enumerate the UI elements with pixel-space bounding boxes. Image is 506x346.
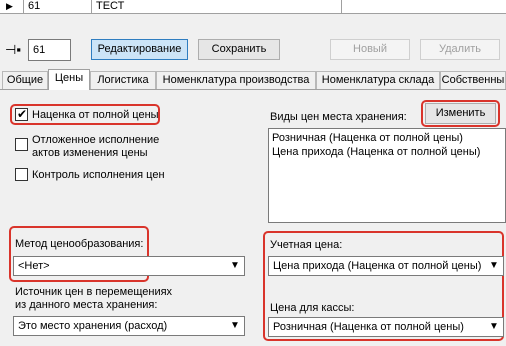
deferred-checkbox[interactable] (15, 138, 28, 151)
grid-cell-code[interactable]: 61 (24, 0, 92, 14)
edit-button[interactable]: Редактирование (91, 39, 188, 60)
grid-cell-name[interactable]: ТЕСТ (92, 0, 342, 14)
chevron-down-icon[interactable]: ▼ (227, 258, 243, 274)
code-field[interactable]: 61 (28, 39, 71, 61)
grid-row[interactable]: ▶ 61 ТЕСТ (0, 0, 506, 14)
price-types-list[interactable]: Розничная (Наценка от полной цены) Цена … (268, 128, 506, 223)
pricing-method-select[interactable]: <Нет> ▼ (13, 256, 245, 276)
chevron-down-icon[interactable]: ▼ (486, 319, 502, 335)
chevron-down-icon[interactable]: ▼ (486, 258, 502, 274)
source-select[interactable]: Это место хранения (расход) ▼ (13, 316, 245, 336)
save-button[interactable]: Сохранить (198, 39, 280, 60)
deferred-label-line2: актов изменения цены (32, 147, 148, 159)
price-types-label: Виды цен места хранения: (270, 111, 407, 123)
delete-button[interactable]: Удалить (420, 39, 500, 60)
tab-warehouse-nomenclature[interactable]: Номенклатура склада (316, 71, 440, 89)
pricing-method-label: Метод ценообразования: (15, 238, 144, 250)
tab-prices[interactable]: Цены (48, 69, 90, 90)
pricing-method-value: <Нет> (18, 260, 50, 272)
tab-production-nomenclature[interactable]: Номенклатура производства (156, 71, 316, 89)
source-label-line2: из данного места хранения: (15, 299, 158, 311)
cashier-price-label: Цена для кассы: (270, 302, 355, 314)
accounting-price-select[interactable]: Цена прихода (Наценка от полной цены) ▼ (268, 256, 504, 276)
markup-full-label: Наценка от полной цены (32, 109, 159, 121)
source-value: Это место хранения (расход) (18, 320, 168, 332)
tab-logistics[interactable]: Логистика (90, 71, 156, 89)
chevron-down-icon[interactable]: ▼ (227, 318, 243, 334)
cashier-price-select[interactable]: Розничная (Наценка от полной цены) ▼ (268, 317, 504, 337)
grid-empty-area (0, 15, 506, 29)
cashier-price-value: Розничная (Наценка от полной цены) (273, 321, 464, 333)
change-button[interactable]: Изменить (425, 103, 496, 124)
new-button[interactable]: Новый (330, 39, 410, 60)
tab-general[interactable]: Общие (2, 71, 48, 89)
control-checkbox[interactable] (15, 168, 28, 181)
list-item[interactable]: Цена прихода (Наценка от полной цены) (269, 145, 505, 159)
deferred-label-line1: Отложенное исполнение (32, 134, 160, 146)
row-indicator: ▶ (0, 0, 24, 14)
pin-icon[interactable]: ⊣▪ (3, 40, 23, 60)
accounting-price-label: Учетная цена: (270, 239, 343, 251)
accounting-price-value: Цена прихода (Наценка от полной цены) (273, 260, 482, 272)
tab-bar: Общие Цены Логистика Номенклатура произв… (0, 69, 506, 90)
control-label: Контроль исполнения цен (32, 169, 165, 181)
markup-full-checkbox[interactable] (15, 107, 28, 121)
tab-own[interactable]: Собственны (440, 71, 506, 89)
list-item[interactable]: Розничная (Наценка от полной цены) (269, 129, 505, 145)
source-label-line1: Источник цен в перемещениях (15, 286, 173, 298)
